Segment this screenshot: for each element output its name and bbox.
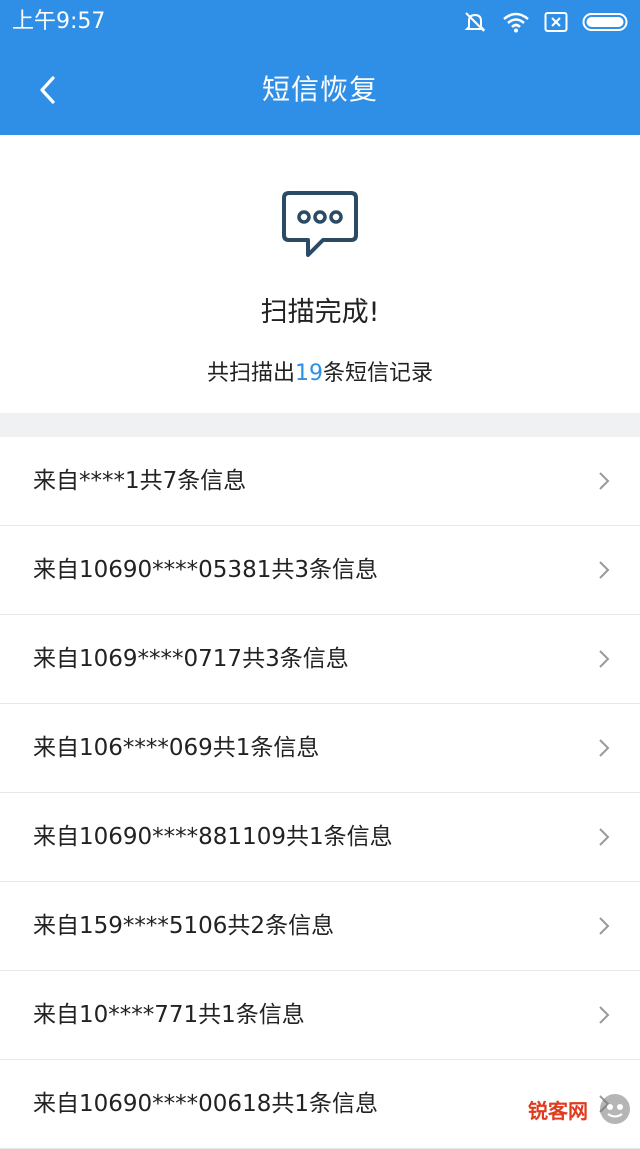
section-divider [0, 413, 640, 437]
list-item[interactable]: 来自10****771共1条信息 [0, 971, 640, 1060]
scan-result-suffix: 条短信记录 [323, 361, 434, 386]
list-item[interactable]: 来自****1共7条信息 [0, 437, 640, 526]
list-item-label: 来自****1共7条信息 [33, 468, 247, 494]
list-item-label: 来自159****5106共2条信息 [33, 913, 335, 939]
chevron-right-icon [599, 828, 610, 846]
status-time: 上午9:57 [12, 9, 106, 34]
scan-result-text: 共扫描出19条短信记录 [0, 355, 640, 387]
chevron-right-icon [599, 561, 610, 579]
scan-result-prefix: 共扫描出 [206, 361, 295, 386]
watermark-logo-icon [600, 1094, 630, 1124]
watermark-text: 锐客网 [524, 1094, 592, 1124]
chevron-right-icon [599, 650, 610, 668]
chevron-right-icon [599, 917, 610, 935]
wifi-icon [503, 12, 529, 33]
watermark: 锐客网 [524, 1092, 632, 1126]
chevron-right-icon [599, 739, 610, 757]
list-item-label: 来自10****771共1条信息 [33, 1002, 305, 1028]
chevron-right-icon [599, 1006, 610, 1024]
list-item-label: 来自10690****881109共1条信息 [33, 824, 393, 850]
status-icons [462, 8, 630, 36]
message-bubble-icon [282, 191, 358, 257]
scan-result-count: 19 [295, 361, 323, 386]
mute-icon [464, 12, 486, 32]
list-item[interactable]: 来自106****069共1条信息 [0, 704, 640, 793]
list-item-label: 来自106****069共1条信息 [33, 735, 320, 761]
list-item-label: 来自10690****05381共3条信息 [33, 557, 378, 583]
sms-sender-list: 来自****1共7条信息 来自10690****05381共3条信息 来自106… [0, 437, 640, 1149]
list-item[interactable]: 来自159****5106共2条信息 [0, 882, 640, 971]
scan-complete-title: 扫描完成! [260, 297, 380, 328]
status-bar: 上午9:57 [0, 0, 640, 44]
list-item-label: 来自10690****00618共1条信息 [33, 1091, 378, 1117]
battery-icon [582, 13, 628, 31]
sim-card-icon [544, 12, 568, 32]
list-item[interactable]: 来自10690****05381共3条信息 [0, 526, 640, 615]
chevron-right-icon [599, 472, 610, 490]
page-title: 短信恢复 [261, 73, 378, 106]
list-item-label: 来自1069****0717共3条信息 [33, 646, 349, 672]
list-item[interactable]: 来自1069****0717共3条信息 [0, 615, 640, 704]
list-item[interactable]: 来自10690****881109共1条信息 [0, 793, 640, 882]
app-bar: 短信恢复 [0, 44, 640, 135]
